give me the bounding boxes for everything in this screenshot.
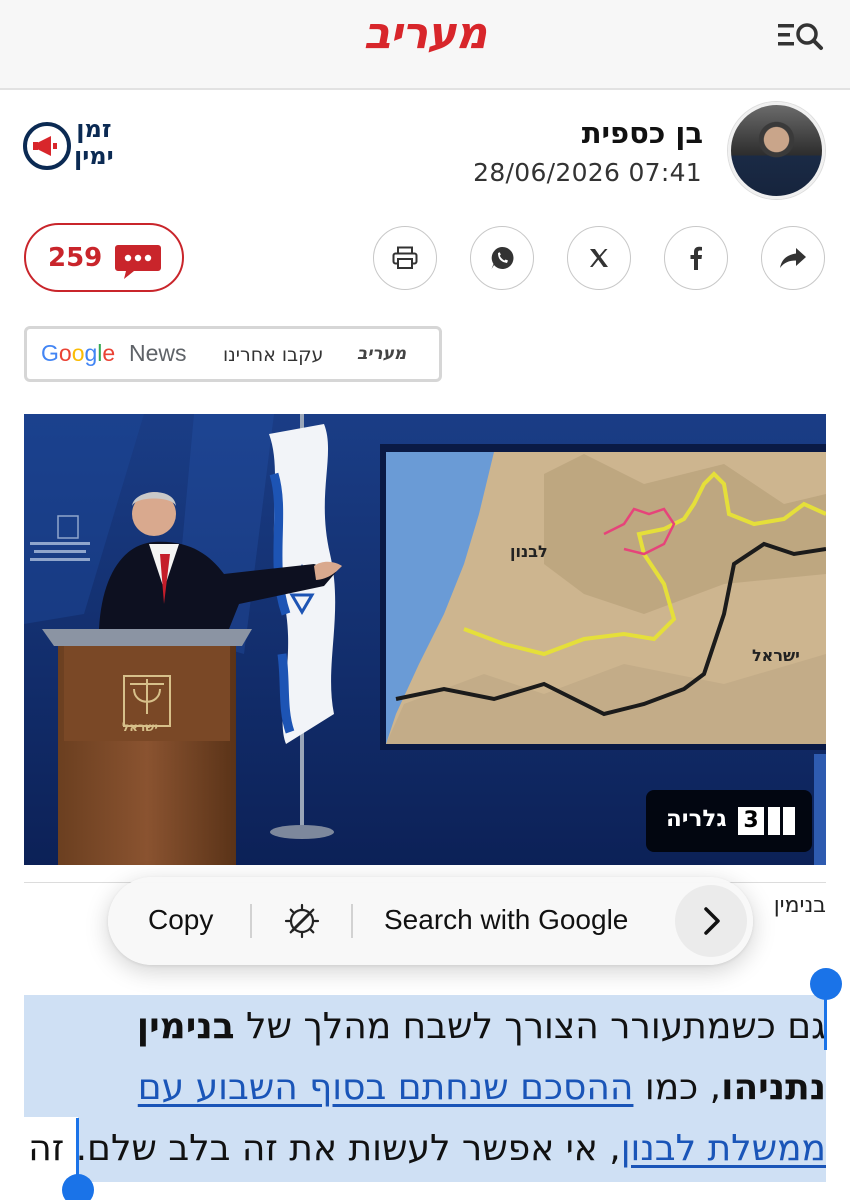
x-icon bbox=[590, 249, 608, 267]
print-button[interactable] bbox=[373, 226, 437, 290]
search-menu-icon[interactable] bbox=[772, 14, 830, 58]
author-name[interactable]: בן כספית bbox=[582, 116, 703, 150]
google-news-word: News bbox=[129, 340, 187, 366]
x-share-button[interactable] bbox=[567, 226, 631, 290]
whatsapp-icon bbox=[491, 246, 514, 269]
article-text: גם כשמתעורר הצורך לשבח מהלך של bbox=[234, 1006, 826, 1047]
article-bold-name: בנימין bbox=[136, 1006, 235, 1047]
share-button[interactable] bbox=[761, 226, 825, 290]
menu-separator bbox=[250, 904, 252, 938]
column-badge-text: זמן ימין bbox=[74, 116, 114, 170]
article-main-photo[interactable]: לבנון ישראל ישראל גלריה 3 bbox=[24, 414, 826, 865]
map-label-lebanon: לבנון bbox=[510, 542, 548, 561]
site-logo[interactable]: מעריב bbox=[0, 8, 850, 59]
magic-wand-icon[interactable] bbox=[282, 901, 322, 941]
text-selection-menu: Copy Search with Google bbox=[108, 877, 753, 965]
print-icon bbox=[392, 246, 418, 269]
gallery-icon bbox=[766, 807, 796, 835]
selection-end-handle[interactable] bbox=[62, 1174, 94, 1200]
selection-start-handle[interactable] bbox=[810, 968, 842, 1000]
facebook-button[interactable] bbox=[664, 226, 728, 290]
follow-us-text: עקבו אחרינו bbox=[223, 344, 324, 366]
column-badge-line1: זמן bbox=[76, 115, 112, 143]
facebook-icon bbox=[690, 246, 702, 270]
article-line-2: נתניהו, כמו ההסכם שנחתם בסוף השבוע עם bbox=[138, 1067, 826, 1108]
article-line-3: ממשלת לבנון, אי אפשר לעשות את זה בלב שלם… bbox=[28, 1128, 826, 1169]
article-link-agreement[interactable]: ההסכם שנחתם בסוף השבוע עם bbox=[138, 1067, 634, 1108]
menu-separator bbox=[351, 904, 353, 938]
gallery-button[interactable]: גלריה 3 bbox=[646, 790, 812, 852]
map-label-israel: ישראל bbox=[752, 646, 800, 665]
google-news-brand: מעריב bbox=[357, 344, 407, 364]
article-text: , כמו bbox=[633, 1067, 722, 1108]
gallery-count: 3 bbox=[738, 807, 764, 835]
column-badge-line2: ימין bbox=[74, 142, 114, 170]
article-line-1: גם כשמתעורר הצורך לשבח מהלך של בנימין bbox=[137, 1006, 826, 1047]
gallery-label: גלריה bbox=[666, 806, 727, 832]
chevron-right-icon[interactable] bbox=[675, 885, 747, 957]
podium-text: ישראל bbox=[122, 720, 158, 734]
copy-button[interactable]: Copy bbox=[148, 904, 213, 936]
photo-caption: בנימין bbox=[773, 893, 826, 918]
comments-button[interactable]: 259 bbox=[24, 223, 184, 292]
article-text: , אי אפשר לעשות את זה בלב שלם. זה bbox=[28, 1128, 621, 1169]
selection-start-caret bbox=[824, 998, 827, 1050]
megaphone-clock-icon bbox=[23, 122, 71, 170]
top-bar: מעריב bbox=[0, 0, 850, 90]
google-news-follow[interactable]: Google News עקבו אחרינו מעריב bbox=[24, 326, 442, 382]
search-with-google-button[interactable]: Search with Google bbox=[384, 904, 628, 936]
comments-count: 259 bbox=[48, 243, 103, 273]
article-link-lebanon[interactable]: ממשלת לבנון bbox=[621, 1128, 826, 1169]
google-logo-text: Google bbox=[41, 340, 116, 366]
author-avatar[interactable] bbox=[728, 102, 825, 199]
share-icon bbox=[780, 248, 806, 268]
publish-datetime: 28/06/2026 07:41 bbox=[473, 158, 702, 187]
selection-end-caret bbox=[76, 1118, 79, 1182]
whatsapp-button[interactable] bbox=[470, 226, 534, 290]
article-bold-name: נתניהו bbox=[721, 1067, 826, 1108]
comment-bubble-icon bbox=[114, 243, 162, 285]
